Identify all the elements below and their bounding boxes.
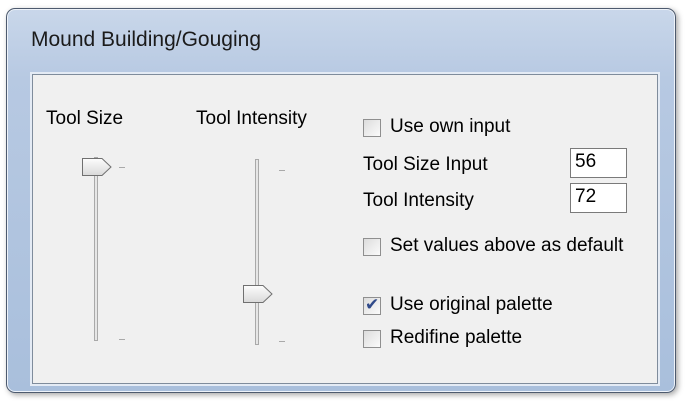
tool-intensity-input-field[interactable]: 72 — [570, 183, 627, 213]
use-own-input-checkbox[interactable] — [363, 119, 381, 137]
use-original-palette-checkbox[interactable] — [363, 295, 381, 315]
set-default-checkbox[interactable] — [363, 238, 381, 256]
redefine-palette-checkbox[interactable] — [363, 330, 381, 348]
tool-intensity-slider-track[interactable] — [255, 159, 259, 345]
use-original-palette-label: Use original palette — [390, 294, 553, 315]
window-title: Mound Building/Gouging — [31, 28, 261, 51]
tool-size-label: Tool Size — [46, 108, 124, 129]
use-own-input-label: Use own input — [390, 116, 511, 137]
tool-size-tick-bottom — [119, 339, 125, 340]
tool-intensity-label: Tool Intensity — [196, 108, 307, 129]
dialog-client-area: Tool Size Tool Intensity Use own input T… — [32, 74, 658, 384]
tool-intensity-tick-top — [279, 170, 285, 171]
tool-size-slider-track[interactable] — [94, 157, 98, 341]
tool-size-tick-top — [119, 167, 125, 168]
dialog-window: Mound Building/Gouging Tool Size Tool In… — [6, 8, 676, 393]
tool-intensity-slider-thumb[interactable] — [242, 283, 274, 305]
redefine-palette-label: Redifine palette — [390, 327, 523, 348]
set-default-label: Set values above as default — [390, 235, 624, 256]
tool-size-input-label: Tool Size Input — [363, 154, 488, 175]
tool-intensity-tick-bottom — [279, 341, 285, 342]
tool-size-input-field[interactable]: 56 — [570, 148, 627, 178]
tool-size-slider-thumb[interactable] — [81, 156, 113, 178]
tool-intensity-input-label: Tool Intensity — [363, 190, 474, 211]
